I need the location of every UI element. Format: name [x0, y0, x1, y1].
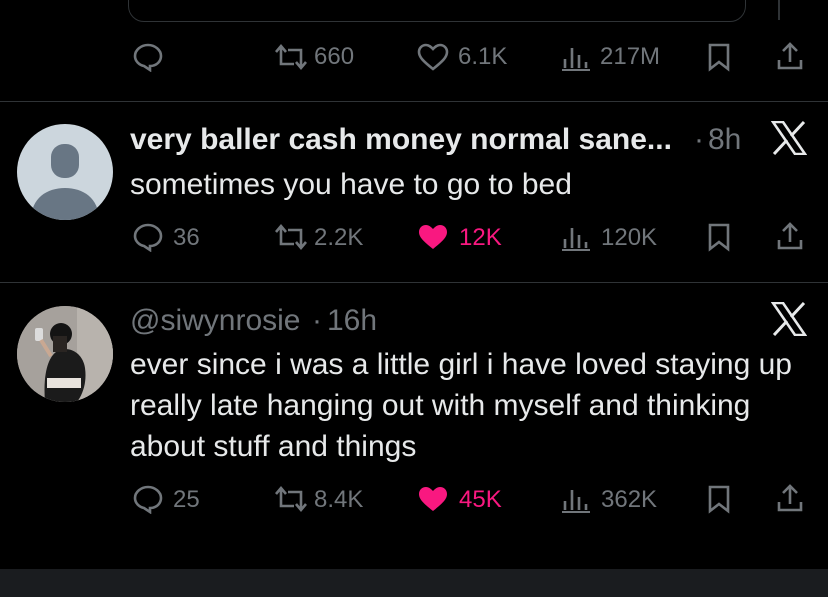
views-icon[interactable]: [562, 484, 590, 514]
liked-heart-icon[interactable]: [417, 485, 449, 513]
divider: [0, 101, 828, 102]
views-icon[interactable]: [562, 222, 590, 252]
like-count: 6.1K: [458, 43, 508, 70]
share-icon[interactable]: [775, 482, 805, 514]
post-text: ever since i was a little girl i have lo…: [130, 348, 792, 463]
separator: ·: [312, 304, 322, 337]
username[interactable]: @siwynrosie: [130, 304, 301, 338]
card-edge-right: [778, 0, 780, 20]
share-icon[interactable]: [775, 40, 805, 72]
separator: ·: [694, 123, 704, 156]
retweet-icon[interactable]: [272, 485, 310, 513]
views-icon[interactable]: [562, 42, 590, 72]
views-count: 362K: [601, 486, 658, 513]
retweet-icon[interactable]: [272, 223, 310, 251]
bookmark-icon[interactable]: [707, 42, 731, 72]
reply-count: 25: [173, 486, 200, 513]
bottom-bar: [0, 569, 828, 597]
reply-icon[interactable]: [132, 222, 164, 252]
bookmark-icon[interactable]: [707, 484, 731, 514]
bookmark-icon[interactable]: [707, 222, 731, 252]
reply-count: 36: [173, 224, 200, 251]
share-icon[interactable]: [775, 220, 805, 252]
like-count: 45K: [459, 486, 502, 513]
x-logo-icon: [771, 302, 807, 336]
post-text: sometimes you have to go to bed: [130, 168, 572, 201]
retweet-count: 2.2K: [314, 224, 364, 251]
x-logo-icon: [771, 121, 807, 155]
views-count: 217M: [600, 43, 661, 70]
divider: [0, 282, 828, 283]
like-icon[interactable]: [417, 43, 449, 71]
display-name[interactable]: very baller cash money normal sane...: [130, 123, 672, 157]
default-avatar-icon[interactable]: [17, 124, 113, 220]
retweet-icon[interactable]: [272, 43, 310, 71]
photo-avatar[interactable]: [17, 306, 113, 402]
like-count: 12K: [459, 224, 502, 251]
timestamp[interactable]: 16h: [327, 304, 377, 338]
liked-heart-icon[interactable]: [417, 223, 449, 251]
quoted-card-edge[interactable]: [128, 0, 746, 22]
views-count: 120K: [601, 224, 658, 251]
reply-icon[interactable]: [132, 484, 164, 514]
reply-icon[interactable]: [132, 42, 164, 72]
retweet-count: 8.4K: [314, 486, 364, 513]
timestamp[interactable]: 8h: [708, 123, 741, 157]
retweet-count: 660: [314, 43, 355, 70]
